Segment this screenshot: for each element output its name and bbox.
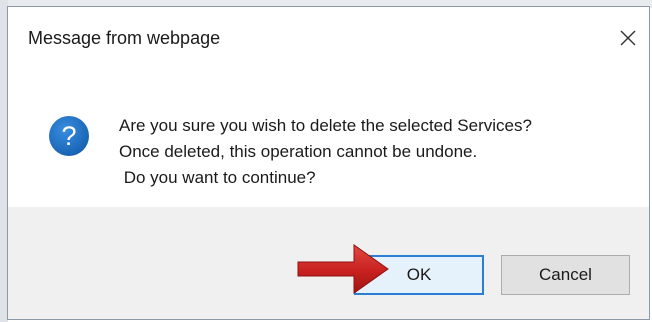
message-line: Are you sure you wish to delete the sele… — [119, 116, 532, 135]
question-icon: ? — [49, 116, 89, 156]
cancel-button[interactable]: Cancel — [501, 255, 630, 295]
dialog-title-bar: Message from webpage — [8, 7, 649, 67]
message-line: Do you want to continue? — [119, 168, 316, 187]
dialog-message: Are you sure you wish to delete the sele… — [119, 113, 532, 191]
message-line: Once deleted, this operation cannot be u… — [119, 142, 478, 161]
close-icon — [620, 30, 636, 46]
dialog-title: Message from webpage — [28, 28, 221, 48]
close-button[interactable] — [613, 23, 643, 53]
ok-button[interactable]: OK — [354, 255, 484, 295]
question-icon-glyph: ? — [61, 121, 76, 151]
message-dialog: Message from webpage ? Are you sure you … — [7, 6, 650, 320]
dialog-button-bar: OK Cancel — [8, 207, 649, 319]
dialog-content: ? Are you sure you wish to delete the se… — [8, 67, 649, 207]
